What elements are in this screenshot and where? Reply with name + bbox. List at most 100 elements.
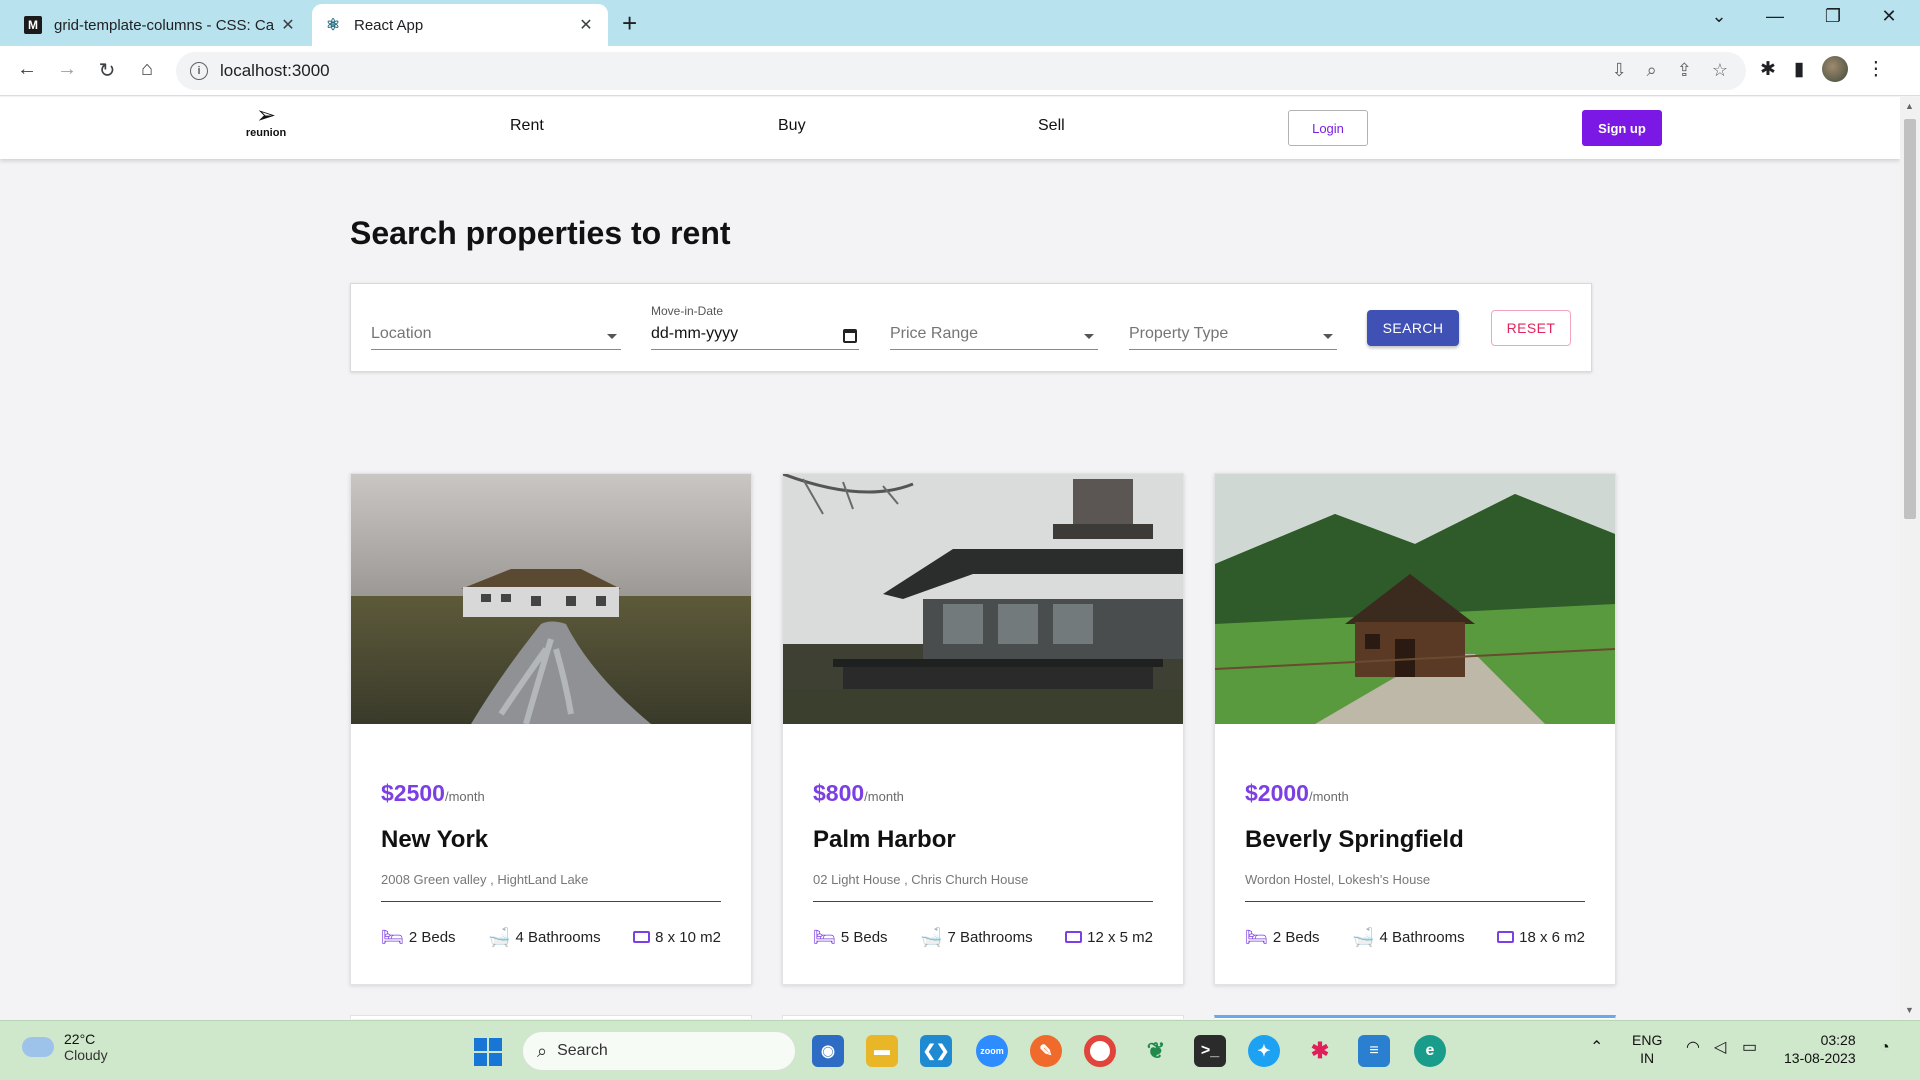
area-feature: 12 x 5 m2: [1065, 928, 1153, 946]
price-range-select[interactable]: Price Range: [890, 304, 1098, 350]
language-indicator[interactable]: ENG IN: [1632, 1031, 1662, 1067]
site-info-icon[interactable]: i: [190, 62, 208, 80]
scroll-down-icon[interactable]: ▼: [1905, 1005, 1914, 1015]
signup-button[interactable]: Sign up: [1582, 110, 1662, 146]
site-header: ➢ reunion Rent Buy Sell Login Sign up: [0, 97, 1900, 159]
cloud-icon: [22, 1037, 54, 1057]
nav-rent[interactable]: Rent: [510, 117, 544, 135]
edge-icon[interactable]: e: [1414, 1035, 1446, 1067]
reset-button[interactable]: RESET: [1491, 310, 1571, 346]
tab-react-app[interactable]: ⚛ React App ✕: [312, 4, 608, 46]
property-card-partial[interactable]: [1214, 1015, 1616, 1019]
page-viewport: ➢ reunion Rent Buy Sell Login Sign up Se…: [0, 97, 1900, 1019]
bathtub-icon: 🛁: [1352, 927, 1375, 947]
extension-area: ✱ ▮ ⋮: [1760, 56, 1885, 82]
region: IN: [1640, 1050, 1655, 1066]
bookmark-star-icon[interactable]: ☆: [1712, 60, 1728, 81]
clock[interactable]: 03:28 13-08-2023: [1784, 1031, 1856, 1067]
show-hidden-icons-chevron-icon[interactable]: ⌃: [1590, 1039, 1603, 1057]
property-card[interactable]: $2500/month New York 2008 Green valley ,…: [350, 473, 752, 985]
side-panel-icon[interactable]: ▮: [1794, 58, 1804, 81]
extensions-puzzle-icon[interactable]: ✱: [1760, 58, 1776, 81]
scroll-up-icon[interactable]: ▲: [1905, 101, 1914, 111]
wifi-icon[interactable]: ◠: [1686, 1039, 1700, 1057]
share-icon[interactable]: ⇪: [1677, 60, 1692, 81]
forward-icon[interactable]: →: [54, 58, 80, 81]
zoom-icon[interactable]: zoom: [976, 1035, 1008, 1067]
baths-feature: 🛁 4 Bathrooms: [1352, 928, 1464, 946]
property-photo: [1215, 474, 1615, 724]
tab-search-chevron-icon[interactable]: ⌄: [1704, 6, 1734, 27]
calendar-icon[interactable]: [843, 329, 857, 343]
date: 13-08-2023: [1784, 1050, 1856, 1066]
bathtub-icon: 🛁: [920, 927, 943, 947]
taskbar-search-label: Search: [557, 1042, 608, 1059]
taskbar-search[interactable]: ⌕ Search: [522, 1031, 796, 1071]
logo-text: reunion: [245, 127, 287, 139]
tab-mdn[interactable]: M grid-template-columns - CSS: Ca ✕: [12, 4, 310, 46]
location-select[interactable]: Location: [371, 304, 621, 350]
reunion-logo[interactable]: ➢ reunion: [236, 104, 296, 140]
profile-avatar[interactable]: [1822, 56, 1849, 82]
close-window-icon[interactable]: ✕: [1874, 6, 1904, 27]
restore-icon[interactable]: ❐: [1818, 6, 1848, 27]
baths-count: 7 Bathrooms: [947, 928, 1033, 946]
reload-icon[interactable]: ↻: [94, 58, 120, 83]
url-text[interactable]: localhost:3000: [220, 61, 330, 81]
install-app-icon[interactable]: ⇩: [1612, 60, 1627, 81]
property-card-partial[interactable]: [782, 1015, 1184, 1019]
property-type-select[interactable]: Property Type: [1129, 304, 1337, 350]
price-placeholder: Price Range: [890, 325, 979, 342]
vscode-icon[interactable]: ❮❯: [920, 1035, 952, 1067]
page-scrollbar[interactable]: ▲ ▼: [1900, 97, 1920, 1019]
property-features: 🛏 2 Beds 🛁 4 Bathrooms 18 x 6 m2: [1245, 928, 1585, 946]
property-card[interactable]: $2000/month Beverly Springfield Wordon H…: [1214, 473, 1616, 985]
address-bar: ← → ↻ ⌂ i localhost:3000 ⇩ ⌕ ⇪ ☆ ✱ ▮ ⋮: [0, 46, 1920, 96]
tab-title: grid-template-columns - CSS: Ca: [54, 16, 275, 34]
minimize-icon[interactable]: —: [1760, 6, 1790, 27]
mongodb-icon[interactable]: ❦: [1140, 1035, 1172, 1067]
language: ENG: [1632, 1032, 1663, 1048]
slack-icon[interactable]: ✱: [1304, 1035, 1336, 1067]
weather-widget[interactable]: 22°C Cloudy: [22, 1031, 108, 1063]
bed-icon: 🛏: [813, 927, 836, 947]
windows-start-icon[interactable]: [474, 1038, 502, 1066]
back-icon[interactable]: ←: [14, 58, 40, 81]
search-button[interactable]: SEARCH: [1367, 310, 1459, 346]
nav-sell[interactable]: Sell: [1038, 117, 1065, 135]
terminal-icon[interactable]: >_: [1194, 1035, 1226, 1067]
price-amount: $2500: [381, 780, 445, 806]
new-tab-icon[interactable]: +: [622, 8, 637, 39]
close-tab-icon[interactable]: ✕: [278, 15, 298, 35]
scrollbar-thumb[interactable]: [1904, 119, 1916, 519]
property-card[interactable]: $800/month Palm Harbor 02 Light House , …: [782, 473, 1184, 985]
home-icon[interactable]: ⌂: [134, 58, 160, 81]
property-name: Beverly Springfield: [1245, 826, 1464, 853]
move-in-date-input[interactable]: Move-in-Date dd-mm-yyyy: [651, 304, 859, 350]
twitter-icon[interactable]: ✦: [1248, 1035, 1280, 1067]
area-size: 8 x 10 m2: [655, 928, 721, 946]
weather-condition: Cloudy: [64, 1047, 108, 1063]
notepad-icon[interactable]: ≡: [1358, 1035, 1390, 1067]
nav-buy[interactable]: Buy: [778, 117, 806, 135]
bathtub-icon: 🛁: [488, 927, 511, 947]
baths-feature: 🛁 7 Bathrooms: [920, 928, 1032, 946]
search-icon: ⌕: [537, 1040, 548, 1061]
property-card-partial[interactable]: [350, 1015, 752, 1019]
date-label: Move-in-Date: [651, 304, 724, 318]
close-tab-icon[interactable]: ✕: [576, 15, 596, 35]
price-amount: $800: [813, 780, 865, 806]
menu-kebab-icon[interactable]: ⋮: [1866, 58, 1885, 81]
notifications-icon[interactable]: ◔: [1880, 1039, 1890, 1057]
weather-text: 22°C Cloudy: [64, 1031, 108, 1063]
app-pre-icon[interactable]: ◉: [812, 1035, 844, 1067]
postman-icon[interactable]: ✎: [1030, 1035, 1062, 1067]
file-explorer-icon[interactable]: ▬: [866, 1035, 898, 1067]
react-favicon-icon: ⚛: [325, 17, 341, 34]
chrome-icon[interactable]: [1084, 1035, 1116, 1067]
volume-icon[interactable]: ◁: [1714, 1039, 1726, 1057]
zoom-icon[interactable]: ⌕: [1647, 60, 1657, 81]
login-button[interactable]: Login: [1288, 110, 1368, 146]
url-omnibox[interactable]: i localhost:3000 ⇩ ⌕ ⇪ ☆: [176, 52, 1746, 90]
battery-icon[interactable]: ▭: [1742, 1039, 1757, 1057]
